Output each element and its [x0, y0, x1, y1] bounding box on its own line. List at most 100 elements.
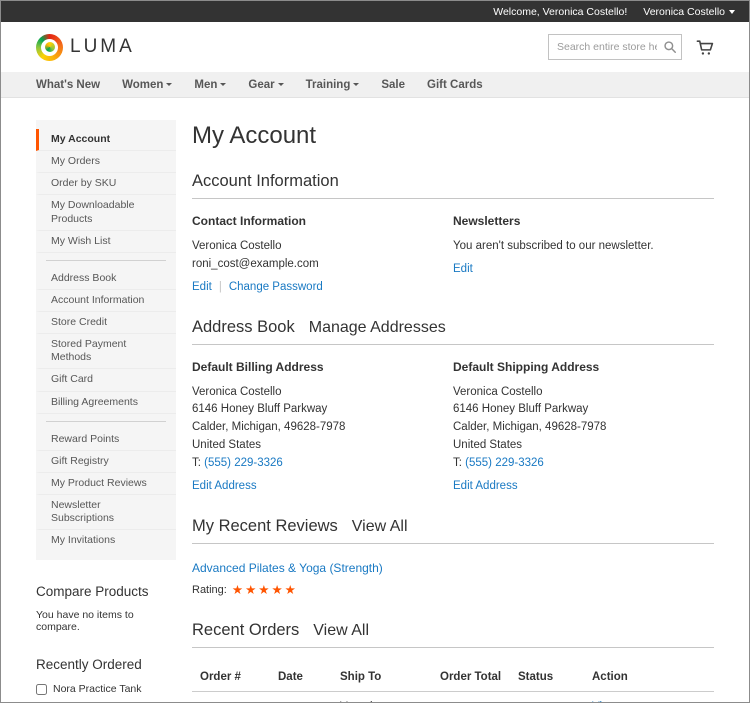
change-password-link[interactable]: Change Password: [229, 281, 323, 293]
top-bar: Welcome, Veronica Costello! Veronica Cos…: [1, 1, 749, 22]
billing-address-actions: Edit Address: [192, 480, 439, 492]
chevron-down-icon: [166, 83, 173, 86]
billing-address-content: Veronica Costello 6146 Honey Bluff Parkw…: [192, 384, 439, 473]
sidebar-item-my-orders[interactable]: My Orders: [36, 151, 176, 174]
account-information-columns: Contact Information Veronica Costello ro…: [192, 214, 714, 293]
welcome-message: Welcome, Veronica Costello!: [493, 5, 628, 18]
contact-email: roni_cost@example.com: [192, 257, 319, 270]
newsletters-status: You aren't subscribed to our newsletter.: [453, 240, 654, 252]
account-information-section: Account Information Contact Information …: [192, 172, 714, 293]
address-book-title: Address Book: [192, 317, 295, 336]
nav-item-sale[interactable]: Sale: [381, 79, 405, 91]
billing-city-line: Calder, Michigan, 49628-7978: [192, 421, 346, 434]
nav-item-men[interactable]: Men: [194, 78, 227, 91]
billing-phone-link[interactable]: (555) 229-3326: [204, 457, 283, 469]
sidebar-item-gift-card[interactable]: Gift Card: [36, 369, 176, 392]
column-header-date: Date: [270, 663, 332, 693]
sidebar-item-my-invitations[interactable]: My Invitations: [36, 530, 176, 551]
orders-view-all-link[interactable]: View All: [313, 622, 369, 640]
account-information-title: Account Information: [192, 172, 339, 190]
account-information-header: Account Information: [192, 172, 714, 199]
content: My Account My Orders Order by SKU My Dow…: [1, 98, 749, 702]
reviewed-product-link[interactable]: Advanced Pilates & Yoga (Strength): [192, 561, 383, 575]
shipping-address-actions: Edit Address: [453, 480, 700, 492]
nav-label: Men: [194, 78, 218, 91]
billing-name: Veronica Costello: [192, 385, 282, 398]
sidebar-item-newsletter-subscriptions[interactable]: Newsletter Subscriptions: [36, 495, 176, 531]
contact-information-box: Contact Information Veronica Costello ro…: [192, 214, 453, 293]
contact-name: Veronica Costello: [192, 240, 282, 252]
column-header-order-total: Order Total: [432, 663, 510, 693]
account-menu[interactable]: Veronica Costello: [643, 6, 735, 18]
phone-label: T:: [453, 456, 462, 469]
recently-ordered-title: Recently Ordered: [36, 657, 142, 673]
sidebar-item-store-credit[interactable]: Store Credit: [36, 312, 176, 335]
edit-shipping-address-link[interactable]: Edit Address: [453, 480, 518, 492]
default-billing-address-title: Default Billing Address: [192, 359, 324, 374]
shipping-phone-link[interactable]: (555) 229-3326: [465, 457, 544, 469]
recently-ordered-item[interactable]: Nora Practice Tank: [36, 683, 176, 695]
billing-street: 6146 Honey Bluff Parkway: [192, 403, 328, 416]
shipping-phone-line: T: (555) 229-3326: [453, 455, 700, 473]
edit-billing-address-link[interactable]: Edit Address: [192, 480, 257, 492]
header: LUMA: [1, 22, 749, 72]
search-icon[interactable]: [663, 40, 677, 54]
sidebar-item-stored-payment-methods[interactable]: Stored Payment Methods: [36, 334, 176, 370]
rating-label: Rating:: [192, 583, 227, 596]
orders-header-row: Order # Date Ship To Order Total Status …: [192, 663, 714, 693]
search-input[interactable]: [548, 34, 682, 60]
sidebar-item-my-account[interactable]: My Account: [36, 129, 176, 152]
sidebar-item-address-book[interactable]: Address Book: [36, 268, 176, 290]
default-billing-address-box: Default Billing Address Veronica Costell…: [192, 360, 453, 492]
rating-stars-icon: ★★★★★: [231, 582, 298, 597]
column-header-order: Order #: [192, 663, 270, 693]
recently-ordered-item-checkbox[interactable]: [36, 683, 47, 695]
sidebar-item-gift-registry[interactable]: Gift Registry: [36, 451, 176, 473]
sidebar-item-my-wish-list[interactable]: My Wish List: [36, 231, 176, 253]
order-actions: View Order|Reorder: [584, 691, 714, 702]
shipping-street: 6146 Honey Bluff Parkway: [453, 403, 589, 416]
column-header-ship-to: Ship To: [332, 663, 432, 693]
nav-item-gear[interactable]: Gear: [248, 78, 284, 91]
sidebar-item-my-product-reviews[interactable]: My Product Reviews: [36, 473, 176, 495]
rating-row: Rating: ★★★★★: [192, 584, 714, 597]
main-content: My Account Account Information Contact I…: [192, 120, 714, 702]
separator: |: [218, 280, 222, 293]
edit-contact-link[interactable]: Edit: [192, 281, 212, 293]
contact-information-title: Contact Information: [192, 214, 306, 228]
search-box: [548, 34, 682, 60]
main-nav: What's New Women Men Gear Training Sale …: [1, 72, 749, 98]
sidebar-item-billing-agreements[interactable]: Billing Agreements: [36, 392, 176, 414]
recently-ordered-item-label: Nora Practice Tank: [53, 683, 142, 696]
sidebar-item-my-downloadable-products[interactable]: My Downloadable Products: [36, 195, 176, 231]
order-total: $47.22: [432, 691, 510, 702]
sidebar-item-reward-points[interactable]: Reward Points: [36, 429, 176, 451]
order-ship-to: Veronica Costello: [332, 691, 432, 702]
nav-item-gift-cards[interactable]: Gift Cards: [427, 79, 483, 91]
contact-information-actions: Edit | Change Password: [192, 281, 439, 293]
recently-ordered-block: Recently Ordered Nora Practice Tank Add …: [36, 657, 176, 702]
sidebar-item-order-by-sku[interactable]: Order by SKU: [36, 173, 176, 196]
nav-item-training[interactable]: Training: [306, 79, 360, 91]
nav-label: Women: [122, 78, 164, 91]
reviews-view-all-link[interactable]: View All: [352, 518, 408, 536]
sidebar-divider: [46, 420, 166, 422]
logo-text: LUMA: [70, 36, 135, 57]
store-logo[interactable]: LUMA: [36, 33, 135, 61]
chevron-down-icon: [353, 83, 360, 86]
chevron-down-icon: [729, 9, 735, 14]
nav-label: Training: [305, 78, 351, 91]
nav-label: Gear: [248, 78, 275, 91]
manage-addresses-link[interactable]: Manage Addresses: [309, 319, 446, 337]
cart-icon[interactable]: [695, 38, 714, 57]
header-right: [548, 34, 714, 60]
sidebar-item-account-information[interactable]: Account Information: [36, 290, 176, 312]
compare-products-block: Compare Products You have no items to co…: [36, 584, 176, 633]
chevron-down-icon: [220, 83, 227, 86]
nav-item-women[interactable]: Women: [122, 78, 173, 91]
nav-item-whats-new[interactable]: What's New: [36, 79, 100, 91]
edit-newsletters-link[interactable]: Edit: [453, 263, 473, 275]
recent-reviews-header: My Recent Reviews View All: [192, 517, 714, 544]
nav-label: What's New: [36, 78, 101, 91]
default-shipping-address-box: Default Shipping Address Veronica Costel…: [453, 360, 714, 492]
